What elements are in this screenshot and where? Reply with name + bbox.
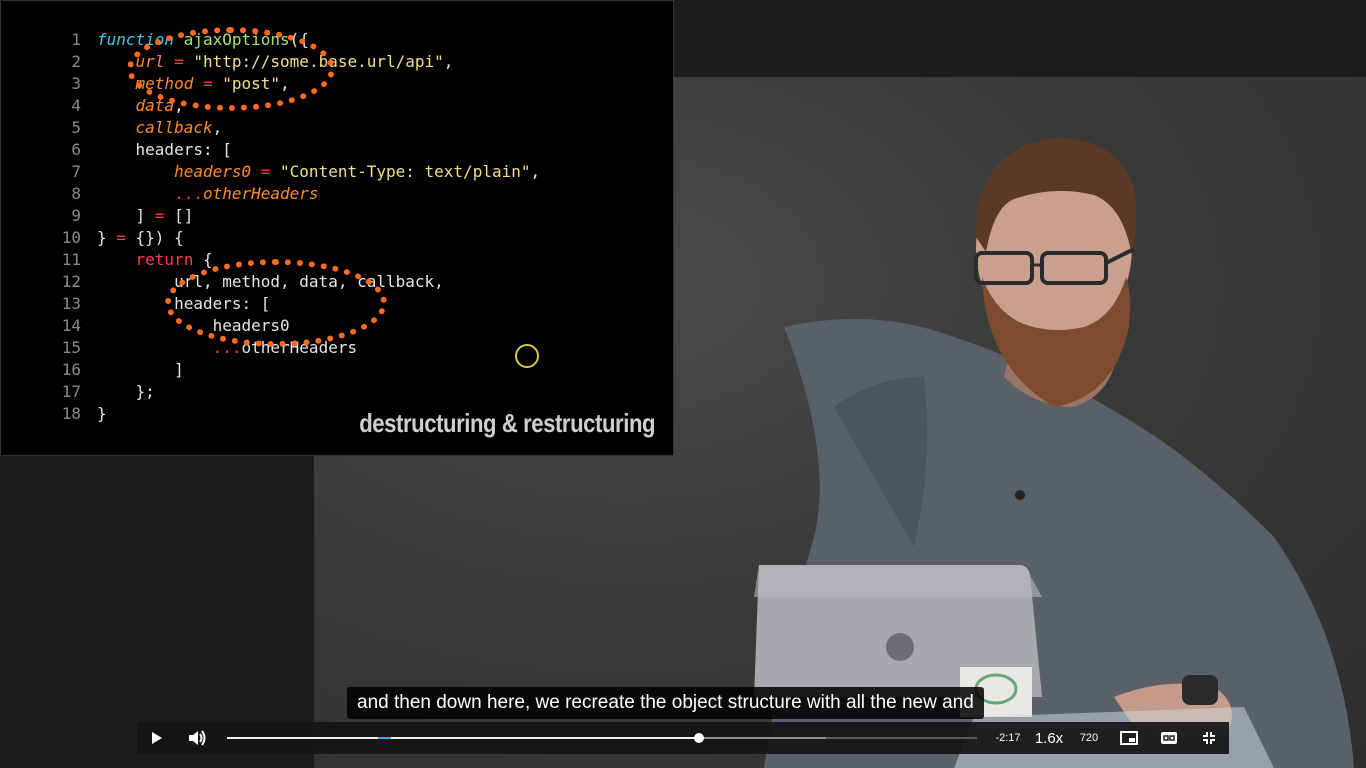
code-line: 6 headers: [ — [53, 140, 232, 159]
code-token: callback — [135, 118, 213, 137]
line-number: 10 — [61, 228, 81, 247]
code-token: , — [530, 162, 541, 181]
line-number: 3 — [71, 74, 81, 93]
line-number: 16 — [61, 360, 81, 379]
code-line: 9 ] = [] — [53, 206, 193, 225]
code-token: }; — [97, 382, 155, 401]
code-token: otherHeaders — [202, 184, 319, 203]
line-number: 9 — [71, 206, 81, 225]
code-token: headers: [ — [97, 140, 232, 159]
line-number: 18 — [61, 404, 81, 423]
line-number: 5 — [71, 118, 81, 137]
progress-bar[interactable] — [227, 733, 977, 743]
slide-caption: destructuring & restructuring — [359, 408, 655, 438]
line-number: 17 — [61, 382, 81, 401]
code-line: 7 headers0 = "Content-Type: text/plain", — [53, 162, 540, 181]
line-number: 6 — [71, 140, 81, 159]
code-token: {}) { — [125, 228, 184, 247]
speed-button[interactable]: 1.6x — [1031, 722, 1067, 754]
line-number: 1 — [71, 30, 81, 49]
progress-played — [227, 737, 699, 739]
player-controls: -2:17 1.6x 720 — [137, 722, 1229, 754]
code-token: = — [116, 228, 126, 247]
code-token: , — [212, 118, 223, 137]
progress-thumb[interactable] — [693, 733, 704, 743]
code-line: 17 }; — [53, 382, 155, 401]
progress-segment — [377, 737, 392, 739]
line-number: 13 — [61, 294, 81, 313]
code-token: } — [97, 228, 117, 247]
captions-icon — [1161, 732, 1177, 744]
code-line: 11 return { — [53, 250, 213, 269]
volume-icon — [189, 730, 206, 746]
annotation-circle-restructure — [165, 259, 387, 347]
exit-fullscreen-button[interactable] — [1197, 722, 1221, 754]
play-icon — [152, 732, 162, 744]
code-token: ... — [174, 184, 203, 203]
code-line: 5 callback, — [53, 118, 222, 137]
code-token: "Content-Type: text/plain" — [280, 162, 531, 181]
subtitle-text: and then down here, we recreate the obje… — [347, 687, 984, 719]
code-slide: 1 function ajaxOptions({ 2 url = "http://… — [0, 0, 674, 456]
captions-button[interactable] — [1157, 722, 1181, 754]
code-token: return — [135, 250, 194, 269]
line-number: 12 — [61, 272, 81, 291]
pip-button[interactable] — [1117, 722, 1141, 754]
play-button[interactable] — [145, 722, 169, 754]
line-number: 2 — [71, 52, 81, 71]
picture-in-picture-icon — [1120, 731, 1138, 745]
video-stage[interactable]: 1 function ajaxOptions({ 2 url = "http://… — [0, 0, 1366, 768]
code-token: [] — [164, 206, 194, 225]
line-number: 14 — [61, 316, 81, 335]
quality-button[interactable]: 720 — [1073, 722, 1105, 754]
code-token: ] — [97, 206, 155, 225]
cursor-highlight-icon — [515, 344, 539, 368]
line-number: 4 — [71, 96, 81, 115]
code-token: } — [97, 404, 107, 423]
code-token: headers0 — [174, 162, 252, 181]
code-token: ] — [97, 360, 184, 379]
code-line: 16 ] — [53, 360, 184, 379]
exit-fullscreen-icon — [1203, 732, 1215, 744]
code-token: , — [443, 52, 454, 71]
line-number: 11 — [61, 250, 81, 269]
code-line: 8 ...otherHeaders — [53, 184, 319, 203]
line-number: 7 — [71, 162, 81, 181]
code-token: = — [251, 162, 281, 181]
code-line: 18} — [53, 404, 107, 423]
line-number: 8 — [71, 184, 81, 203]
code-line: 10} = {}) { — [53, 228, 184, 247]
code-token: { — [193, 250, 213, 269]
annotation-circle-defaults — [127, 27, 335, 111]
line-number: 15 — [61, 338, 81, 357]
code-token: = — [154, 206, 165, 225]
volume-button[interactable] — [185, 722, 209, 754]
time-remaining: -2:17 — [995, 732, 1021, 744]
